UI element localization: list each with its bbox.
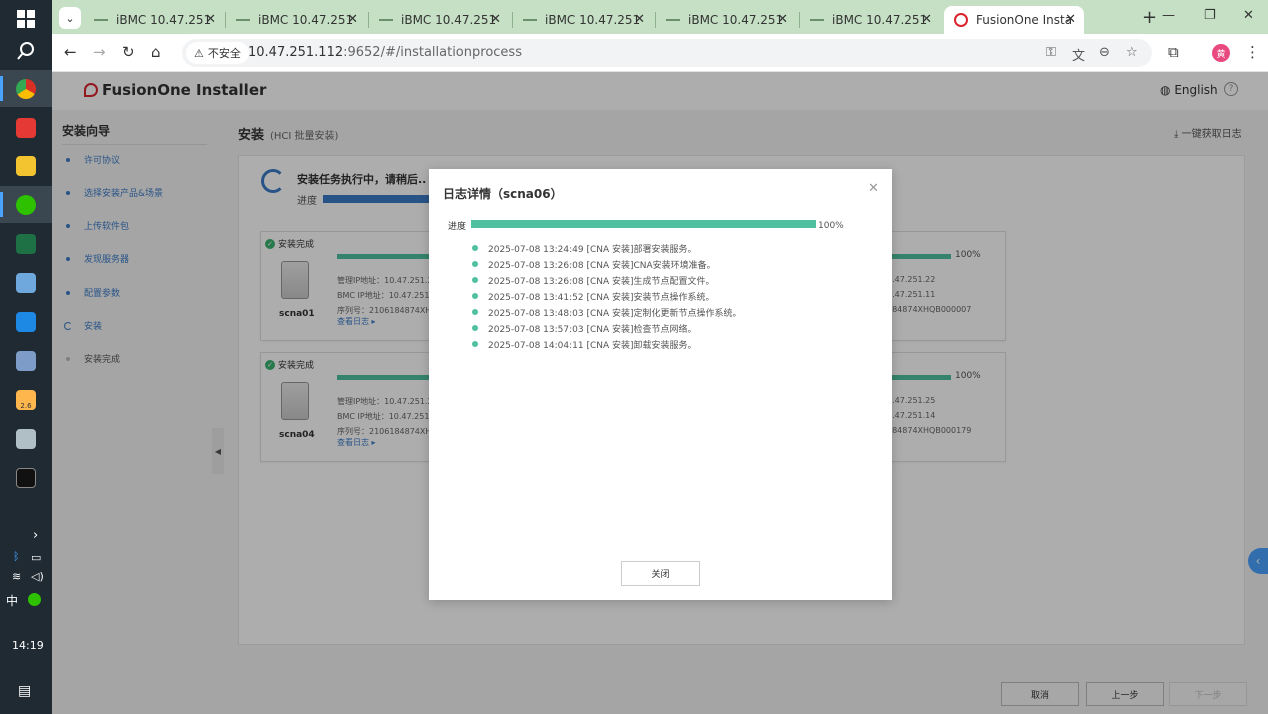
browser-tab[interactable]: iBMC 10.47.251.1 ✕ (513, 6, 653, 34)
tab-favicon-icon (236, 19, 250, 21)
battery-icon[interactable]: ▭ (31, 551, 41, 564)
log-entry: 2025-07-08 13:26:08 [CNA 安装]CNA安装环境准备。 (472, 256, 742, 272)
log-entry: 2025-07-08 13:26:08 [CNA 安装]生成节点配置文件。 (472, 272, 742, 288)
browser-tab[interactable]: iBMC 10.47.251.1 ✕ (369, 6, 509, 34)
tab-favicon-icon (379, 19, 393, 21)
profile-avatar[interactable]: 黄 (1212, 44, 1230, 62)
log-bullet-icon (472, 277, 478, 283)
more-menu-icon[interactable]: ⋮ (1245, 43, 1260, 61)
dialog-progress-label: 进度 (448, 222, 467, 232)
tab-search-dropdown-icon[interactable]: ⌄ (59, 7, 81, 29)
tab-title: iBMC 10.47.251.1 (545, 13, 641, 27)
app-orange-icon[interactable]: 2.6 (0, 381, 52, 418)
tab-title: iBMC 10.47.251.1 (688, 13, 784, 27)
browser-toolbar: ← → ↻ ⌂ ⚠ 不安全 10.47.251.112:9652/#/insta… (52, 34, 1268, 72)
browser-tab[interactable]: FusionOne Installe✕ (944, 6, 1084, 34)
browser-tab[interactable]: iBMC 10.47.251.1(✕ (800, 6, 940, 34)
tab-close-icon[interactable]: ✕ (490, 12, 501, 27)
browser-tab[interactable]: iBMC 10.47.251.1 ✕ (656, 6, 796, 34)
chevron-right-icon[interactable]: › (33, 528, 38, 543)
browser-tab-strip: ⌄ iBMC 10.47.251.9✕iBMC 10.47.251.1(✕iBM… (52, 0, 1268, 34)
tab-close-icon[interactable]: ✕ (634, 12, 645, 27)
ime-indicator[interactable]: 中 (6, 592, 18, 609)
app-blue-icon[interactable] (0, 303, 52, 340)
printer-icon[interactable] (0, 420, 52, 457)
translate-icon[interactable]: 文 (1072, 45, 1085, 64)
bookmark-star-icon[interactable]: ☆ (1126, 45, 1138, 60)
log-bullet-icon (472, 245, 478, 251)
log-bullet-icon (472, 261, 478, 267)
extensions-icon[interactable]: ⧉ (1168, 43, 1179, 61)
tab-close-icon[interactable]: ✕ (1065, 12, 1076, 27)
file-explorer-icon[interactable] (0, 147, 52, 184)
clock[interactable]: 14:19 (12, 639, 44, 652)
volume-icon[interactable]: ◁) (31, 570, 44, 583)
tab-favicon-icon (810, 19, 824, 21)
restore-icon[interactable]: ❐ (1204, 8, 1216, 23)
back-icon[interactable]: ← (64, 43, 77, 61)
dialog-close-button[interactable]: 关闭 (621, 561, 700, 586)
windows-taskbar: 2.6 › ᛒ ▭ ≋ ◁) 中 14:19 ▤ (0, 0, 52, 714)
log-bullet-icon (472, 325, 478, 331)
image-viewer-icon[interactable] (0, 264, 52, 301)
home-icon[interactable]: ⌂ (151, 43, 161, 61)
not-secure-chip[interactable]: ⚠ 不安全 (186, 42, 249, 64)
log-entry: 2025-07-08 13:24:49 [CNA 安装]部署安装服务。 (472, 240, 742, 256)
browser-tab[interactable]: iBMC 10.47.251.1(✕ (226, 6, 366, 34)
log-list: 2025-07-08 13:24:49 [CNA 安装]部署安装服务。 2025-… (472, 240, 742, 352)
minimize-icon[interactable]: — (1162, 8, 1175, 23)
address-bar[interactable]: ⚠ 不安全 10.47.251.112:9652/#/installationp… (182, 39, 1152, 67)
url-text[interactable]: 10.47.251.112:9652/#/installationprocess (248, 45, 522, 60)
tab-favicon-icon (954, 13, 968, 27)
log-detail-dialog: 日志详情（scna06） ✕ 进度 100% 2025-07-08 13:24:… (429, 169, 892, 600)
log-bullet-icon (472, 309, 478, 315)
terminal-icon[interactable] (0, 459, 52, 496)
forward-icon[interactable]: → (93, 43, 106, 61)
reload-icon[interactable]: ↻ (122, 43, 135, 61)
search-icon[interactable] (0, 32, 52, 69)
chrome-icon[interactable] (0, 70, 52, 107)
virtualbox-icon[interactable] (0, 342, 52, 379)
tab-title: FusionOne Installe (976, 13, 1072, 27)
tab-title: iBMC 10.47.251.9 (116, 13, 212, 27)
log-entry: 2025-07-08 13:57:03 [CNA 安装]检查节点网络。 (472, 320, 742, 336)
tab-close-icon[interactable]: ✕ (205, 12, 216, 27)
wifi-icon[interactable]: ≋ (12, 570, 21, 583)
tab-favicon-icon (94, 19, 108, 21)
input-method-icon[interactable] (28, 593, 41, 606)
log-entry: 2025-07-08 13:41:52 [CNA 安装]安装节点操作系统。 (472, 288, 742, 304)
tab-title: iBMC 10.47.251.1 (401, 13, 497, 27)
browser-tab[interactable]: iBMC 10.47.251.9 ✕ (84, 6, 224, 34)
tab-favicon-icon (523, 19, 537, 21)
bluetooth-icon[interactable]: ᛒ (13, 550, 20, 563)
log-bullet-icon (472, 293, 478, 299)
dialog-progress-fill (471, 220, 816, 228)
tab-favicon-icon (666, 19, 680, 21)
window-close-icon[interactable]: ✕ (1243, 8, 1254, 23)
tab-title: iBMC 10.47.251.1( (832, 13, 928, 27)
tab-close-icon[interactable]: ✕ (777, 12, 788, 27)
app-red-icon[interactable] (0, 109, 52, 146)
dialog-title: 日志详情（scna06） (443, 187, 563, 201)
log-bullet-icon (472, 341, 478, 347)
warning-icon: ⚠ (194, 46, 204, 60)
dialog-progress-percent: 100% (818, 221, 844, 231)
tab-close-icon[interactable]: ✕ (347, 12, 358, 27)
tab-title: iBMC 10.47.251.1( (258, 13, 354, 27)
dialog-progress-bar (471, 220, 816, 228)
new-tab-icon[interactable]: + (1142, 7, 1157, 28)
wechat-icon[interactable] (0, 186, 52, 223)
dialog-close-icon[interactable]: ✕ (868, 181, 879, 196)
notification-icon[interactable]: ▤ (18, 683, 31, 699)
excel-icon[interactable] (0, 225, 52, 262)
log-entry: 2025-07-08 14:04:11 [CNA 安装]卸载安装服务。 (472, 336, 742, 352)
zoom-icon[interactable]: ⊖ (1099, 45, 1110, 60)
tab-close-icon[interactable]: ✕ (921, 12, 932, 27)
password-key-icon[interactable]: ⚿ (1046, 45, 1056, 60)
log-entry: 2025-07-08 13:48:03 [CNA 安装]定制化更新节点操作系统。 (472, 304, 742, 320)
